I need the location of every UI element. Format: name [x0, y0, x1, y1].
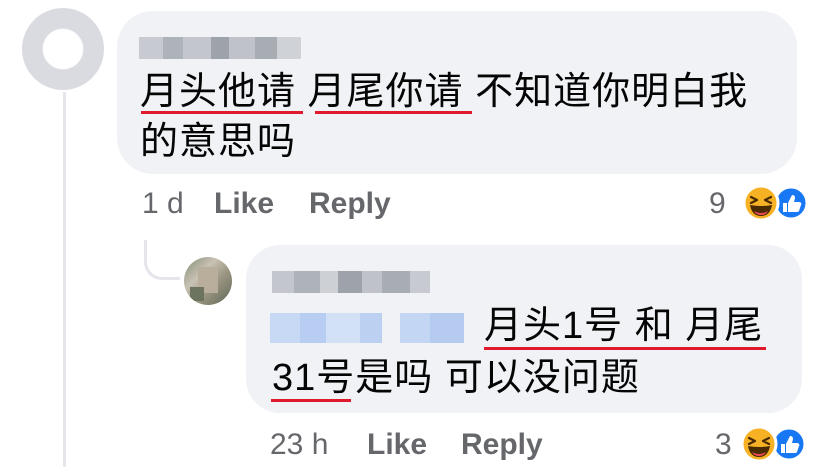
reply-connector: [144, 240, 180, 280]
comment-text-line-1: 月头他请 月尾你请 不知道你明白我: [140, 71, 749, 113]
mention-tag-pixelated[interactable]: [270, 313, 464, 343]
thread-line: [63, 92, 66, 467]
comment-reaction-count[interactable]: 9: [709, 187, 726, 221]
commenter-avatar[interactable]: [22, 8, 104, 90]
comment-reactions[interactable]: [741, 183, 813, 223]
reply-reaction-count[interactable]: 3: [715, 428, 732, 462]
reply-text-line-2: 31号是吗 可以没问题: [272, 357, 640, 399]
commenter-name-pixelated[interactable]: [139, 37, 301, 59]
comment-like-button[interactable]: Like: [214, 187, 274, 221]
reply-underline-1: [484, 347, 766, 350]
comment-underline-2: [315, 111, 472, 114]
haha-icon: [740, 425, 778, 463]
haha-icon: [742, 184, 780, 222]
reply-timestamp[interactable]: 23 h: [270, 428, 328, 462]
comment-reply-button[interactable]: Reply: [309, 187, 391, 221]
reply-reply-button[interactable]: Reply: [461, 428, 543, 462]
comment-text-line-2: 的意思吗: [140, 121, 297, 163]
comment-timestamp[interactable]: 1 d: [142, 187, 184, 221]
comment-underline-1: [141, 111, 303, 114]
reply-reactions[interactable]: [739, 424, 811, 464]
reply-underline-2: [271, 399, 351, 402]
reply-like-button[interactable]: Like: [367, 428, 427, 462]
reply-text-line-1: 月头1号 和 月尾: [484, 305, 764, 347]
like-icon: [773, 185, 809, 221]
replier-name-pixelated[interactable]: [272, 271, 430, 293]
like-icon: [771, 426, 807, 462]
replier-avatar[interactable]: [184, 257, 232, 305]
